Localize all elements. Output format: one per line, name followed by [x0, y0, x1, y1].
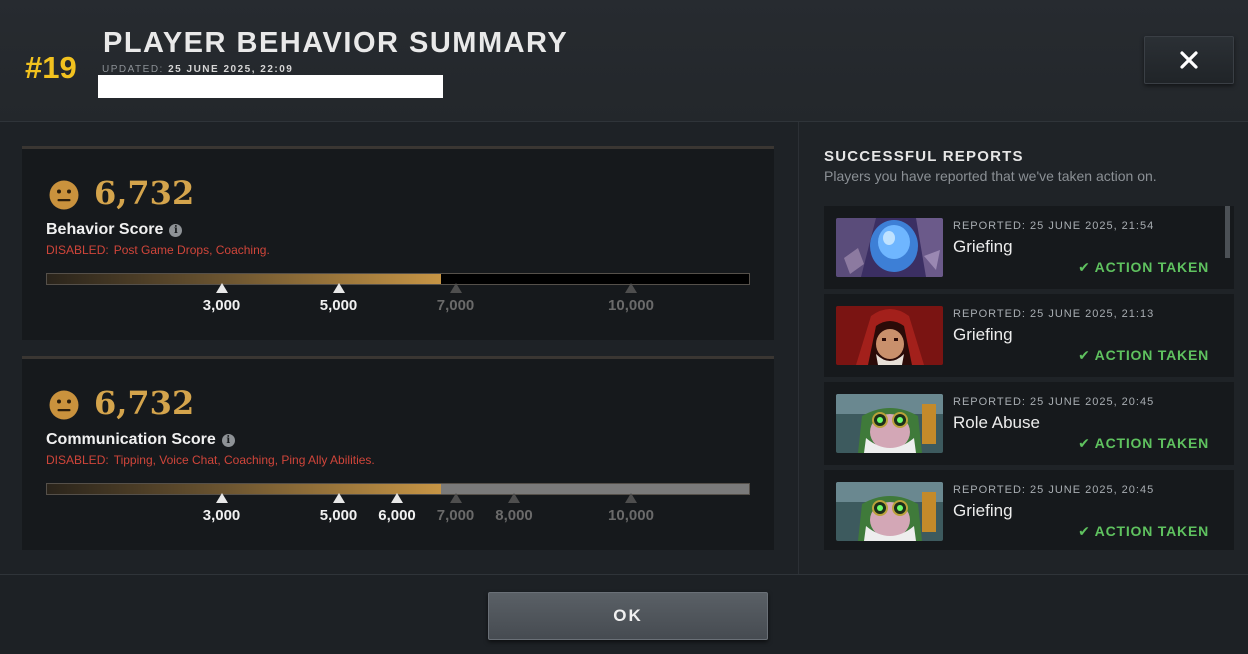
neutral-face-icon: [49, 180, 79, 210]
behavior-score-label: Behavior Score i: [46, 221, 183, 239]
report-item: REPORTED: 25 JUNE 2025, 20:45 Role Abuse…: [824, 382, 1234, 465]
communication-disabled-features: DISABLED: Tipping, Voice Chat, Coaching, …: [46, 453, 375, 467]
score-threshold-marker: [215, 493, 228, 503]
score-threshold-label: 7,000: [436, 507, 475, 524]
report-status: ✔ ACTION TAKEN: [1078, 435, 1209, 452]
report-date: REPORTED: 25 JUNE 2025, 20:45: [953, 396, 1155, 408]
report-status-text: ACTION TAKEN: [1094, 259, 1209, 275]
report-date: REPORTED: 25 JUNE 2025, 21:54: [953, 220, 1155, 232]
updated-timestamp: UPDATED: 25 JUNE 2025, 22:09: [102, 64, 293, 75]
close-button[interactable]: [1144, 36, 1234, 84]
behavior-score-bar: [46, 273, 750, 285]
disabled-label: DISABLED:: [46, 243, 109, 257]
communication-score-value: 6,732: [94, 384, 195, 422]
score-threshold-marker: [332, 283, 345, 293]
redacted-player-name: [98, 75, 443, 98]
score-threshold-marker: [625, 493, 637, 503]
checkmark-icon: ✔: [1078, 435, 1091, 451]
reports-list[interactable]: REPORTED: 25 JUNE 2025, 21:54 Griefing ✔…: [824, 206, 1234, 550]
report-reason: Griefing: [953, 501, 1013, 520]
communication-score-label-text: Communication Score: [46, 431, 216, 448]
disabled-items: Post Game Drops, Coaching.: [113, 243, 270, 257]
score-threshold-label: 5,000: [319, 507, 358, 524]
score-threshold-marker: [449, 283, 462, 293]
disabled-items: Tipping, Voice Chat, Coaching, Ping Ally…: [113, 453, 375, 467]
score-threshold-marker: [391, 493, 403, 503]
summary-header: #19 PLAYER BEHAVIOR SUMMARY UPDATED: 25 …: [0, 0, 1248, 122]
report-status: ✔ ACTION TAKEN: [1078, 523, 1209, 540]
communication-score-panel: 6,732 Communication Score i DISABLED: Tipp…: [22, 356, 774, 550]
player-rank: #19: [25, 50, 77, 85]
score-threshold-label: 7,000: [436, 297, 475, 314]
dialog-footer: OK: [0, 574, 1248, 654]
report-reason: Griefing: [953, 237, 1013, 256]
score-threshold-label: 5,000: [319, 297, 358, 314]
hero-portrait: [836, 306, 943, 365]
disabled-label: DISABLED:: [46, 453, 109, 467]
behavior-score-panel: 6,732 Behavior Score i DISABLED: Post Game…: [22, 146, 774, 340]
behavior-score-value: 6,732: [94, 174, 195, 212]
score-threshold-label: 8,000: [495, 507, 533, 524]
neutral-face-icon: [49, 390, 79, 420]
report-item: REPORTED: 25 JUNE 2025, 20:45 Griefing ✔…: [824, 470, 1234, 550]
communication-score-label: Communication Score i: [46, 431, 235, 449]
score-threshold-marker: [332, 493, 345, 503]
successful-reports-section: SUCCESSFUL REPORTS Players you have repo…: [798, 122, 1248, 574]
behavior-bar-remaining: [441, 274, 749, 284]
close-icon: [1180, 51, 1198, 69]
communication-bar-remaining: [441, 484, 749, 494]
reports-subtitle: Players you have reported that we've tak…: [824, 168, 1157, 184]
score-threshold-label: 3,000: [202, 507, 241, 524]
checkmark-icon: ✔: [1078, 523, 1091, 539]
updated-value: 25 JUNE 2025, 22:09: [168, 64, 294, 75]
report-item: REPORTED: 25 JUNE 2025, 21:54 Griefing ✔…: [824, 206, 1234, 289]
checkmark-icon: ✔: [1078, 259, 1091, 275]
report-status-text: ACTION TAKEN: [1094, 523, 1209, 539]
report-reason: Griefing: [953, 325, 1013, 344]
score-threshold-label: 10,000: [608, 507, 654, 524]
score-threshold-marker: [215, 283, 228, 293]
report-date: REPORTED: 25 JUNE 2025, 20:45: [953, 484, 1155, 496]
score-threshold-label: 3,000: [202, 297, 241, 314]
behavior-disabled-features: DISABLED: Post Game Drops, Coaching.: [46, 243, 270, 257]
score-threshold-label: 10,000: [608, 297, 654, 314]
hero-portrait: [836, 218, 943, 277]
page-title: PLAYER BEHAVIOR SUMMARY: [103, 27, 569, 59]
report-item: REPORTED: 25 JUNE 2025, 21:13 Griefing ✔…: [824, 294, 1234, 377]
score-threshold-marker: [625, 283, 637, 293]
score-threshold-label: 6,000: [378, 507, 416, 524]
score-threshold-marker: [449, 493, 462, 503]
communication-bar-fill: [47, 484, 441, 494]
behavior-bar-fill: [47, 274, 441, 284]
updated-label: UPDATED:: [102, 64, 164, 75]
report-status-text: ACTION TAKEN: [1094, 347, 1209, 363]
report-reason: Role Abuse: [953, 413, 1040, 432]
info-icon[interactable]: i: [221, 434, 235, 447]
hero-portrait: [836, 482, 943, 541]
report-status: ✔ ACTION TAKEN: [1078, 347, 1209, 364]
checkmark-icon: ✔: [1078, 347, 1091, 363]
behavior-score-label-text: Behavior Score: [46, 221, 164, 238]
report-status-text: ACTION TAKEN: [1094, 435, 1209, 451]
ok-button[interactable]: OK: [488, 592, 768, 640]
scores-section: 6,732 Behavior Score i DISABLED: Post Game…: [0, 122, 797, 574]
info-icon[interactable]: i: [169, 224, 183, 237]
score-threshold-marker: [508, 493, 520, 503]
hero-portrait: [836, 394, 943, 453]
reports-title: SUCCESSFUL REPORTS: [824, 148, 1024, 165]
reports-scrollbar[interactable]: [1225, 206, 1230, 258]
report-date: REPORTED: 25 JUNE 2025, 21:13: [953, 308, 1155, 320]
report-status: ✔ ACTION TAKEN: [1078, 259, 1209, 276]
